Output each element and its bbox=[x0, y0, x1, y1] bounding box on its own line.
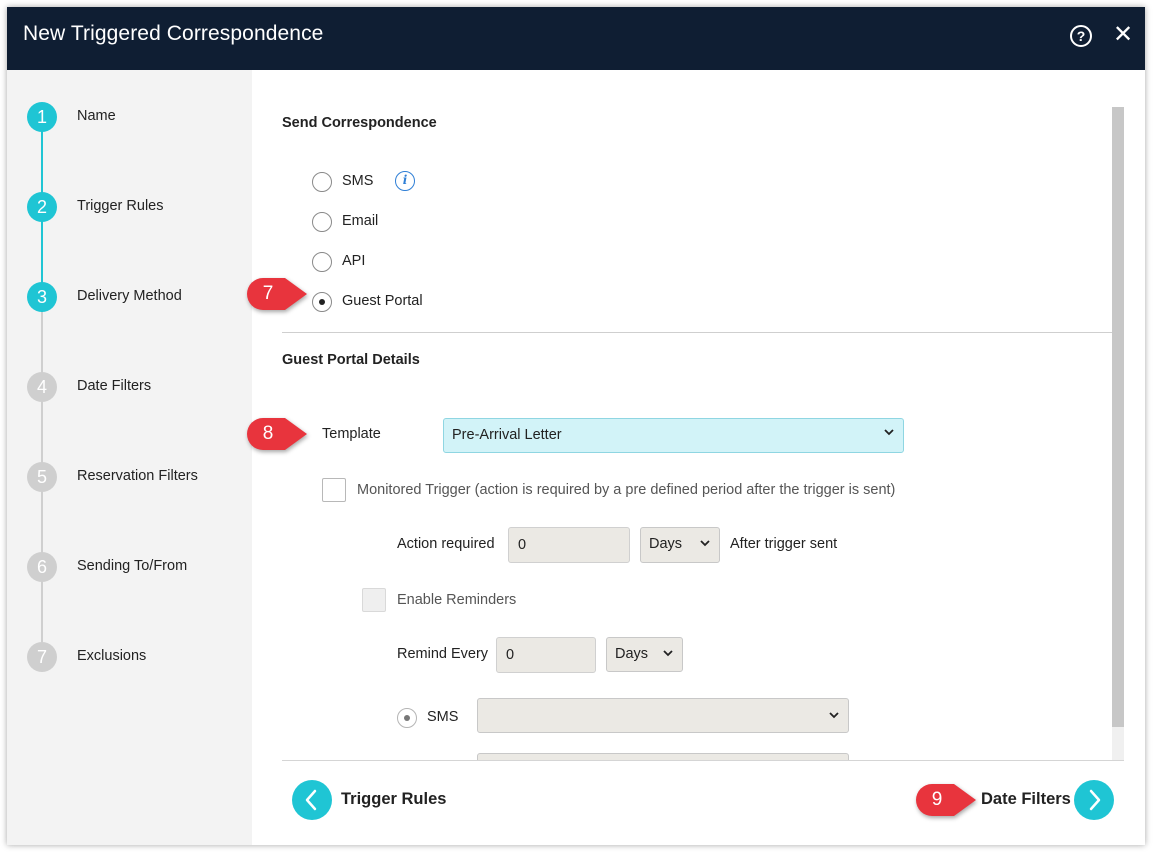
reminder-sms-label: SMS bbox=[427, 709, 459, 725]
after-trigger-label: After trigger sent bbox=[730, 536, 838, 552]
callout-number: 9 bbox=[931, 789, 943, 810]
step-number: 2 bbox=[27, 192, 57, 222]
step-label: Delivery Method bbox=[77, 288, 182, 304]
callout-7: 7 bbox=[245, 276, 309, 312]
step-label: Exclusions bbox=[77, 648, 147, 664]
step-label: Name bbox=[77, 108, 116, 124]
step-number: 4 bbox=[27, 372, 57, 402]
scrollbar[interactable] bbox=[1112, 107, 1124, 760]
radio-sms-label: SMS bbox=[342, 173, 374, 189]
template-select[interactable]: Pre-Arrival Letter bbox=[443, 418, 904, 453]
radio-email[interactable] bbox=[312, 212, 332, 232]
section-divider bbox=[282, 332, 1113, 333]
step-number: 3 bbox=[27, 282, 57, 312]
action-required-input[interactable]: 0 bbox=[508, 527, 630, 563]
step-delivery-method[interactable]: 3 Delivery Method bbox=[7, 282, 252, 322]
remind-unit-value: Days bbox=[615, 646, 649, 662]
next-step-label[interactable]: Date Filters bbox=[981, 790, 1071, 809]
callout-number: 7 bbox=[262, 283, 274, 304]
chevron-right-icon bbox=[1089, 789, 1101, 811]
action-required-label: Action required bbox=[397, 536, 495, 552]
dialog-window: New Triggered Correspondence ? ✕ 1 Name … bbox=[7, 7, 1145, 845]
title-bar: New Triggered Correspondence ? ✕ bbox=[7, 7, 1145, 70]
callout-9: 9 bbox=[914, 782, 978, 818]
reminder-sms-radio[interactable] bbox=[397, 708, 417, 728]
remind-every-input[interactable]: 0 bbox=[496, 637, 596, 673]
remind-every-label: Remind Every bbox=[397, 646, 489, 662]
template-label: Template bbox=[322, 426, 381, 442]
scrollbar-thumb[interactable] bbox=[1112, 107, 1124, 727]
info-icon[interactable]: i bbox=[395, 171, 415, 191]
radio-api-label: API bbox=[342, 253, 366, 269]
step-trigger-rules[interactable]: 2 Trigger Rules bbox=[7, 192, 252, 232]
close-icon[interactable]: ✕ bbox=[1112, 23, 1134, 47]
remind-unit-select[interactable]: Days bbox=[606, 637, 683, 672]
template-value: Pre-Arrival Letter bbox=[452, 427, 562, 443]
action-unit-value: Days bbox=[649, 536, 683, 552]
step-number: 1 bbox=[27, 102, 57, 132]
reminder-email-select[interactable] bbox=[477, 753, 849, 760]
chevron-down-icon bbox=[829, 712, 839, 719]
radio-email-label: Email bbox=[342, 213, 379, 229]
help-icon[interactable]: ? bbox=[1070, 25, 1092, 47]
step-date-filters[interactable]: 4 Date Filters bbox=[7, 372, 252, 412]
action-unit-select[interactable]: Days bbox=[640, 527, 720, 563]
step-label: Sending To/From bbox=[77, 558, 188, 574]
step-number: 5 bbox=[27, 462, 57, 492]
guest-portal-details-heading: Guest Portal Details bbox=[282, 352, 420, 368]
step-label: Trigger Rules bbox=[77, 198, 164, 214]
previous-step-button[interactable] bbox=[292, 780, 332, 820]
action-required-value: 0 bbox=[518, 537, 527, 553]
enable-reminders-label: Enable Reminders bbox=[397, 592, 517, 608]
radio-guest-portal[interactable] bbox=[312, 292, 332, 312]
footer-divider bbox=[282, 760, 1124, 761]
wizard-footer: Trigger Rules Date Filters bbox=[252, 760, 1145, 845]
step-exclusions[interactable]: 7 Exclusions bbox=[7, 642, 252, 682]
main-content: Send Correspondence SMS i Email API Gues… bbox=[252, 70, 1145, 760]
next-step-button[interactable] bbox=[1074, 780, 1114, 820]
enable-reminders-checkbox[interactable] bbox=[362, 588, 386, 612]
step-label: Reservation Filters bbox=[77, 468, 198, 484]
chevron-down-icon bbox=[884, 429, 894, 436]
step-label: Date Filters bbox=[77, 378, 152, 394]
step-number: 7 bbox=[27, 642, 57, 672]
step-name[interactable]: 1 Name bbox=[7, 102, 252, 142]
dialog-title: New Triggered Correspondence bbox=[23, 22, 324, 45]
step-reservation-filters[interactable]: 5 Reservation Filters bbox=[7, 462, 252, 502]
chevron-down-icon bbox=[663, 650, 673, 657]
chevron-left-icon bbox=[305, 789, 317, 811]
wizard-sidebar: 1 Name 2 Trigger Rules 3 Delivery Method… bbox=[7, 70, 252, 845]
radio-sms[interactable] bbox=[312, 172, 332, 192]
remind-every-value: 0 bbox=[506, 647, 515, 663]
send-correspondence-heading: Send Correspondence bbox=[282, 115, 437, 131]
previous-step-label[interactable]: Trigger Rules bbox=[341, 790, 446, 809]
monitored-trigger-label: Monitored Trigger (action is required by… bbox=[357, 482, 896, 498]
step-number: 6 bbox=[27, 552, 57, 582]
radio-api[interactable] bbox=[312, 252, 332, 272]
radio-guest-portal-label: Guest Portal bbox=[342, 293, 423, 309]
callout-number: 8 bbox=[262, 423, 274, 444]
callout-8: 8 bbox=[245, 416, 309, 452]
reminder-sms-select[interactable] bbox=[477, 698, 849, 733]
chevron-down-icon bbox=[700, 540, 710, 547]
step-sending-to-from[interactable]: 6 Sending To/From bbox=[7, 552, 252, 592]
monitored-trigger-checkbox[interactable] bbox=[322, 478, 346, 502]
